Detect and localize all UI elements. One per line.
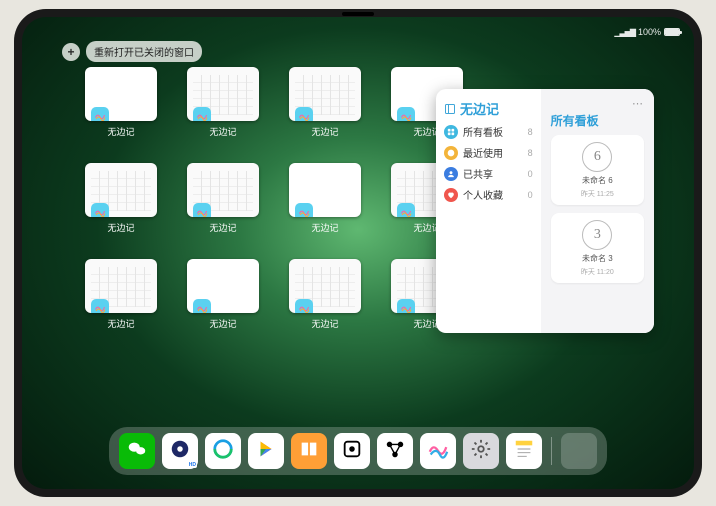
board-card[interactable]: 6 未命名 6 昨天 11:25 — [551, 135, 644, 205]
window-label: 无边记 — [209, 221, 236, 234]
dock — [109, 427, 607, 475]
nav-item-count: 8 — [528, 127, 533, 137]
board-name: 未命名 3 — [582, 253, 613, 264]
more-icon[interactable]: ⋯ — [551, 97, 644, 110]
freeform-app-icon — [295, 299, 313, 313]
freeform-app-icon — [193, 107, 211, 121]
screen: ▁▃▅▇ 100% + 重新打开已关闭的窗口 无边记无边记无边记无边记无边记无边… — [22, 17, 694, 489]
window-label: 无边记 — [107, 125, 134, 138]
battery-pct: 100% — [638, 27, 661, 37]
window-thumb[interactable]: 无边记 — [286, 259, 364, 337]
window-label: 无边记 — [311, 125, 338, 138]
signal-icon: ▁▃▅▇ — [614, 28, 635, 37]
window-label: 无边记 — [311, 317, 338, 330]
dock-app-play[interactable] — [248, 433, 284, 469]
camera-notch — [342, 12, 374, 16]
dock-app-books[interactable] — [291, 433, 327, 469]
sidebar-icon — [444, 103, 456, 115]
dock-separator — [551, 437, 552, 465]
settings-icon — [470, 438, 492, 465]
app-expose-grid: 无边记无边记无边记无边记无边记无边记无边记无边记无边记无边记无边记无边记 — [82, 67, 466, 433]
quark-icon — [169, 438, 191, 465]
nav-item-count: 8 — [528, 148, 533, 158]
panel-nav-title: 无边记 — [460, 99, 499, 118]
board-name: 未命名 6 — [582, 175, 613, 186]
dock-app-wechat[interactable] — [119, 433, 155, 469]
window-thumb[interactable]: 无边记 — [82, 67, 160, 145]
freeform-app-icon — [397, 299, 415, 313]
person-icon — [444, 167, 458, 181]
dock-app-quark[interactable] — [162, 433, 198, 469]
dice-icon — [341, 438, 363, 465]
dock-app-settings[interactable] — [463, 433, 499, 469]
dock-app-dice[interactable] — [334, 433, 370, 469]
wechat-icon — [126, 438, 148, 465]
window-thumb[interactable]: 无边记 — [82, 163, 160, 241]
freeform-app-icon — [193, 299, 211, 313]
panel-boards: ⋯ 所有看板 6 未命名 6 昨天 11:25 3 未命名 3 昨天 11:20 — [541, 89, 654, 333]
new-window-button[interactable]: + — [62, 43, 80, 61]
freeform-app-icon — [397, 203, 415, 217]
window-thumb[interactable]: 无边记 — [184, 163, 262, 241]
nav-item-label: 所有看板 — [463, 124, 503, 139]
dock-recents-group[interactable] — [561, 433, 597, 469]
window-label: 无边记 — [209, 317, 236, 330]
freeform-app-icon — [91, 203, 109, 217]
board-glyph: 3 — [582, 220, 612, 250]
freeform-app-icon — [397, 107, 415, 121]
window-thumb[interactable]: 无边记 — [184, 259, 262, 337]
nav-item-label: 个人收藏 — [463, 187, 503, 202]
freeform-app-icon — [295, 203, 313, 217]
grid-icon — [444, 125, 458, 139]
qq-browser-icon — [212, 438, 234, 465]
books-icon — [298, 438, 320, 465]
freeform-icon — [427, 438, 449, 465]
freeform-app-icon — [295, 107, 313, 121]
freeform-app-icon — [91, 107, 109, 121]
board-time: 昨天 11:25 — [581, 189, 614, 199]
dock-app-nodes[interactable] — [377, 433, 413, 469]
window-label: 无边记 — [107, 221, 134, 234]
nav-item-label: 已共享 — [463, 166, 493, 181]
board-time: 昨天 11:20 — [581, 267, 614, 277]
ipad-device: ▁▃▅▇ 100% + 重新打开已关闭的窗口 无边记无边记无边记无边记无边记无边… — [14, 9, 702, 497]
nav-item-person[interactable]: 已共享 0 — [444, 166, 533, 181]
battery-icon — [664, 28, 680, 36]
window-thumb[interactable]: 无边记 — [184, 67, 262, 145]
nav-item-count: 0 — [528, 190, 533, 200]
window-label: 无边记 — [209, 125, 236, 138]
heart-icon — [444, 188, 458, 202]
dock-app-freeform[interactable] — [420, 433, 456, 469]
board-glyph: 6 — [582, 142, 612, 172]
nav-item-count: 0 — [528, 169, 533, 179]
nodes-icon — [384, 438, 406, 465]
freeform-panel: 无边记 所有看板 8 最近使用 8 已共享 0 个人收藏 0 ⋯ 所有看板 6 未命名 6 昨天 … — [436, 89, 654, 333]
reopen-closed-button[interactable]: 重新打开已关闭的窗口 — [86, 41, 202, 62]
freeform-app-icon — [193, 203, 211, 217]
nav-item-label: 最近使用 — [463, 145, 503, 160]
window-thumb[interactable]: 无边记 — [286, 163, 364, 241]
dock-app-qq-browser[interactable] — [205, 433, 241, 469]
clock-icon — [444, 146, 458, 160]
status-bar: ▁▃▅▇ 100% — [22, 23, 694, 41]
window-thumb[interactable]: 无边记 — [82, 259, 160, 337]
freeform-app-icon — [91, 299, 109, 313]
window-label: 无边记 — [311, 221, 338, 234]
nav-item-heart[interactable]: 个人收藏 0 — [444, 187, 533, 202]
window-thumb[interactable]: 无边记 — [286, 67, 364, 145]
play-icon — [255, 438, 277, 465]
window-label: 无边记 — [107, 317, 134, 330]
panel-boards-title: 所有看板 — [551, 112, 644, 129]
board-card[interactable]: 3 未命名 3 昨天 11:20 — [551, 213, 644, 283]
notes-icon — [513, 438, 535, 465]
panel-nav: 无边记 所有看板 8 最近使用 8 已共享 0 个人收藏 0 — [436, 89, 541, 333]
dock-app-notes[interactable] — [506, 433, 542, 469]
nav-item-clock[interactable]: 最近使用 8 — [444, 145, 533, 160]
nav-item-grid[interactable]: 所有看板 8 — [444, 124, 533, 139]
